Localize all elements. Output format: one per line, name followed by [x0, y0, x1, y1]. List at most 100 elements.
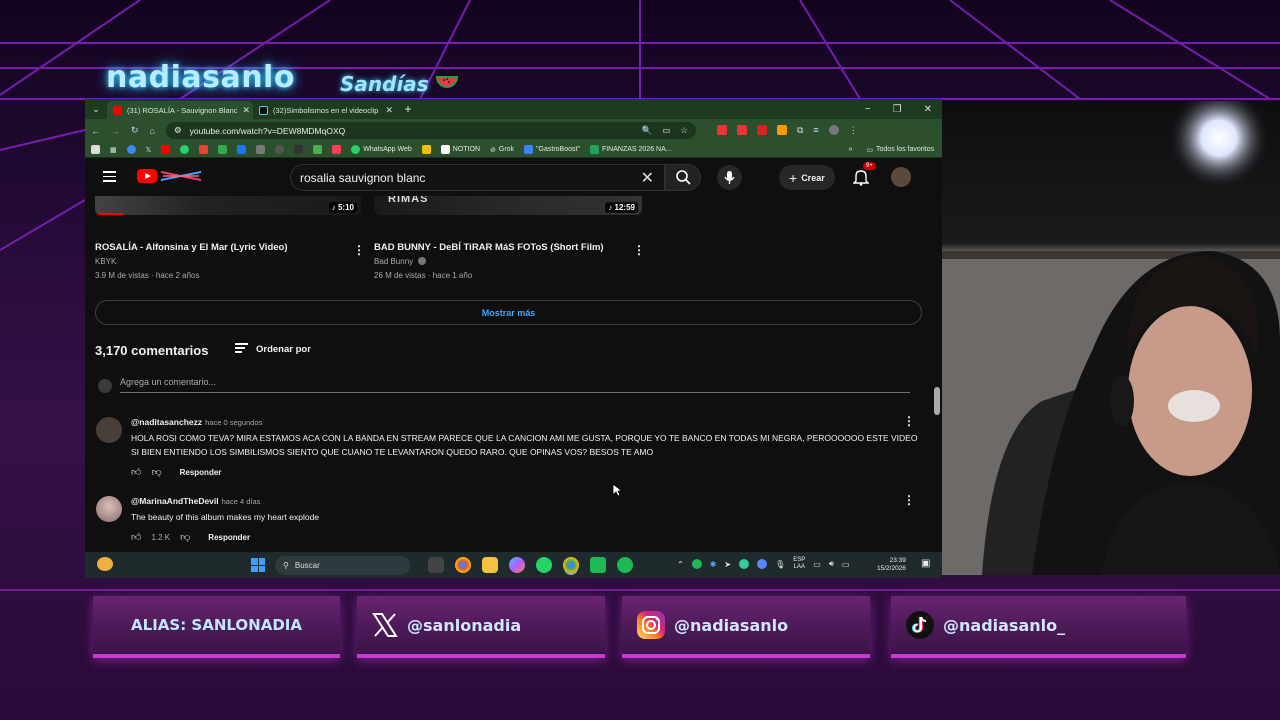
tab-youtube[interactable]: (31) ROSALÍA - Sauvignon Blanc ✕ [107, 101, 253, 119]
show-hidden-icons-icon[interactable]: ⌃ [677, 560, 684, 569]
show-more-button[interactable]: Mostrar más [95, 300, 922, 325]
pdf-extension-icon[interactable] [756, 125, 767, 135]
like-icon[interactable]: 👍︎ [131, 531, 141, 543]
restore-icon[interactable]: ❐ [893, 104, 902, 115]
video-title[interactable]: ROSALÍA - Alfonsina y El Mar (Lyric Vide… [95, 242, 288, 253]
reply-button[interactable]: Responder [208, 533, 250, 542]
google-icon[interactable] [126, 145, 136, 154]
s-icon[interactable] [294, 145, 304, 154]
reply-button[interactable]: Responder [180, 468, 222, 477]
vpn-icon[interactable] [739, 559, 750, 569]
language-indicator[interactable]: ESP LAA [793, 557, 805, 571]
bluetooth-icon[interactable]: ✱ [710, 560, 717, 569]
android-icon[interactable] [313, 145, 323, 154]
browser-menu-icon[interactable]: ⋮ [849, 125, 858, 136]
comment-time[interactable]: hace 0 segundos [205, 418, 262, 427]
page-scrollbar[interactable] [934, 214, 940, 552]
add-comment-input[interactable]: Agrega un comentario... [120, 377, 910, 393]
chrome-profile-icon[interactable] [563, 557, 579, 573]
video-channel[interactable]: Bad Bunny [374, 257, 427, 266]
app-tray-icon[interactable] [757, 559, 768, 569]
comment-time[interactable]: hace 4 días [222, 497, 261, 506]
comment-author-avatar[interactable] [96, 496, 122, 522]
tab-search-button[interactable]: ⌄ [85, 104, 107, 115]
cast-icon[interactable]: ▭ [662, 125, 670, 136]
sort-comments-button[interactable]: Ordenar por [235, 343, 311, 355]
forward-icon[interactable]: → [111, 126, 120, 136]
bookmark-grok[interactable]: ⊘ Grok [490, 146, 514, 154]
battery-icon[interactable]: ▭ [842, 560, 850, 569]
menu-icon[interactable] [103, 171, 116, 185]
extensions-puzzle-icon[interactable]: ⧉ [797, 125, 803, 136]
all-bookmarks-folder[interactable]: ▭ Todos los favoritos [866, 146, 934, 154]
start-windows-icon[interactable] [251, 558, 265, 572]
x-icon[interactable]: 𝕏 [146, 146, 152, 154]
voice-search-button[interactable] [717, 165, 742, 190]
zoom-icon[interactable]: 🔍 [642, 125, 653, 136]
play-extension-icon[interactable] [776, 125, 787, 135]
bookmark-finanzas[interactable]: FINANZAS 2026 NA... [589, 145, 672, 154]
facebook-icon[interactable] [237, 145, 247, 154]
bookmark-icon[interactable] [332, 145, 342, 154]
spotify-tray-icon[interactable] [691, 559, 702, 569]
video-more-icon[interactable]: ⋮ [633, 243, 645, 257]
like-icon[interactable]: 👍︎ [131, 466, 141, 478]
comment-more-icon[interactable]: ⋮ [903, 493, 915, 507]
steam-icon[interactable] [256, 145, 266, 154]
volume-icon[interactable]: 🔊︎ [829, 559, 834, 569]
scrollbar-thumb[interactable] [934, 387, 940, 415]
search-input[interactable]: rosalia sauvignon blanc ✕ [290, 164, 665, 191]
video-title[interactable]: BAD BUNNY - DeBÍ TiRAR MáS FOToS (Short … [374, 242, 604, 253]
dislike-icon[interactable]: 👎︎ [151, 466, 161, 478]
site-info-icon[interactable]: ⚙ [174, 125, 182, 136]
search-button[interactable] [665, 164, 701, 191]
gmail-icon[interactable] [199, 145, 209, 154]
openai-icon[interactable] [275, 145, 285, 154]
whatsapp-icon[interactable] [536, 557, 552, 573]
chrome-icon[interactable] [455, 557, 471, 573]
notifications-bell-icon[interactable] [853, 168, 869, 186]
video-channel[interactable]: KBYK [95, 257, 116, 266]
youtube-logo[interactable] [137, 169, 203, 183]
file-explorer-icon[interactable] [482, 557, 498, 573]
bookmark-icon[interactable] [421, 145, 431, 154]
profile-avatar[interactable] [828, 125, 839, 135]
bookmark-notion[interactable]: NOTION [440, 145, 480, 154]
dislike-icon[interactable]: 👎︎ [180, 531, 190, 543]
bookmark-whatsapp[interactable]: WhatsApp Web [351, 145, 412, 154]
back-icon[interactable]: ← [91, 126, 100, 136]
video-more-icon[interactable]: ⋮ [353, 243, 365, 257]
reload-icon[interactable]: ↻ [131, 125, 139, 136]
video-thumbnail[interactable]: RIMAS ♪ 12:59 [374, 196, 642, 215]
account-avatar[interactable] [891, 167, 911, 187]
comment-author[interactable]: @MarinaAndTheDevil [131, 496, 219, 506]
create-button[interactable]: + Crear [779, 165, 835, 190]
tab-tiktok[interactable]: (32)Simbolismos en el videoclip ✕ [253, 101, 399, 119]
home-icon[interactable]: ⌂ [150, 126, 155, 136]
comment-author[interactable]: @naditasanchezz [131, 417, 202, 427]
whatsapp-icon[interactable] [180, 145, 190, 154]
bookmark-star-icon[interactable]: ☆ [680, 125, 688, 136]
display-icon[interactable]: ▭ [813, 560, 821, 569]
close-window-icon[interactable]: ✕ [924, 104, 932, 115]
spotify-icon[interactable] [617, 557, 633, 573]
copilot-icon[interactable] [509, 557, 525, 573]
extension-icon[interactable] [716, 125, 727, 135]
new-tab-button[interactable]: + [399, 102, 417, 116]
close-tab-icon[interactable]: ✕ [385, 105, 393, 116]
weather-widget-icon[interactable] [97, 557, 113, 571]
taskbar-clock[interactable]: 23:39 15/2/2026 [877, 557, 906, 573]
minimize-icon[interactable]: − [865, 104, 871, 115]
microphone-tray-icon[interactable]: 🎙︎ [775, 560, 785, 569]
apps-grid-icon[interactable]: ▦ [110, 146, 117, 154]
clear-search-icon[interactable]: ✕ [641, 168, 654, 188]
comment-author-avatar[interactable] [96, 417, 122, 443]
extension-icon[interactable] [736, 125, 747, 135]
url-field[interactable]: ⚙ youtube.com/watch?v=DEW8MDMqOXQ 🔍 ▭ ☆ [165, 122, 696, 139]
bookmark-icon[interactable] [91, 145, 100, 154]
obs-icon[interactable] [590, 557, 606, 573]
drive-icon[interactable] [218, 145, 228, 154]
notification-center-icon[interactable]: ▣ [921, 558, 930, 569]
taskbar-search[interactable]: ⚲ Buscar [275, 556, 410, 575]
youtube-icon[interactable] [161, 145, 171, 154]
